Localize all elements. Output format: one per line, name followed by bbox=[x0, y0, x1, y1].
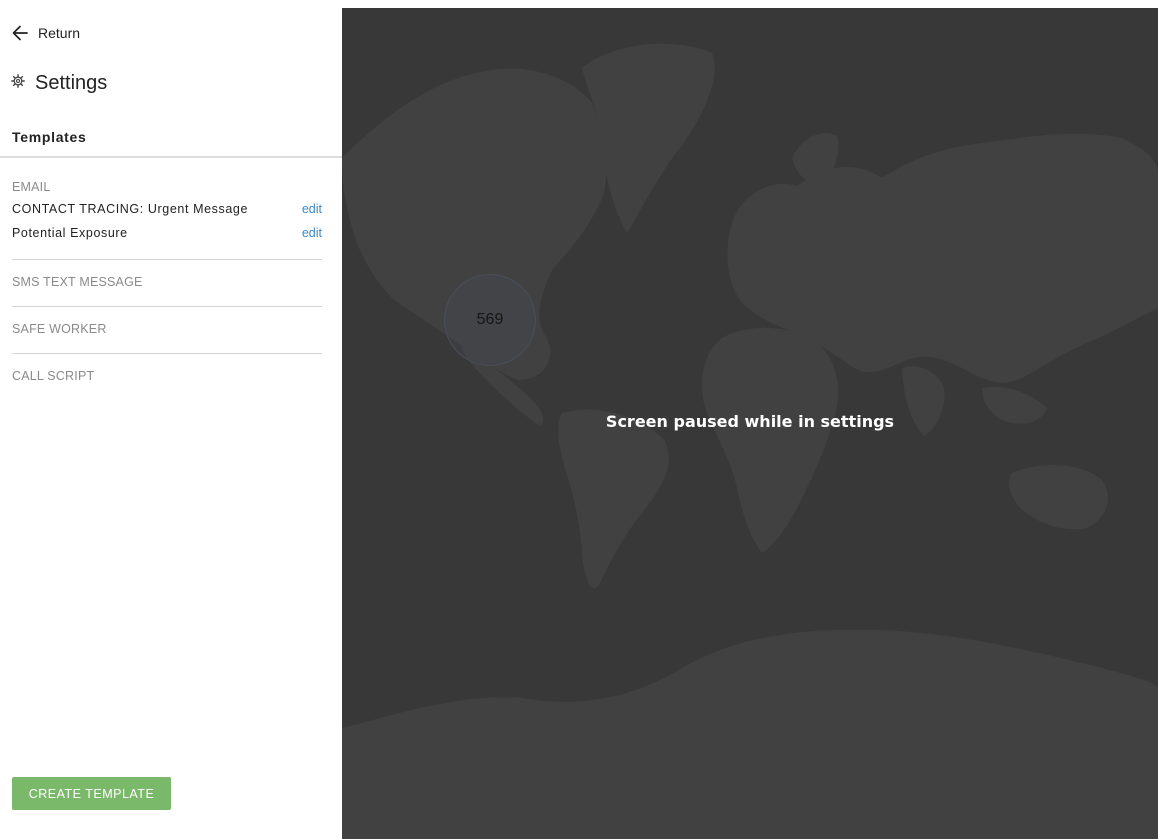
template-name[interactable]: CONTACT TRACING: Urgent Message bbox=[12, 202, 248, 216]
edit-template-link[interactable]: edit bbox=[302, 202, 322, 216]
email-group: EMAIL CONTACT TRACING: Urgent Message ed… bbox=[12, 180, 322, 245]
gear-icon bbox=[11, 74, 25, 93]
antarctica-shape bbox=[342, 629, 1158, 839]
greenland-shape bbox=[582, 43, 715, 233]
group-divider bbox=[12, 353, 322, 354]
africa-shape bbox=[702, 327, 839, 553]
edit-template-link[interactable]: edit bbox=[302, 226, 322, 240]
paused-message: Screen paused while in settings bbox=[605, 412, 895, 431]
map-panel: 569 Screen paused while in settings bbox=[342, 8, 1158, 839]
safe-worker-group: SAFE WORKER bbox=[12, 322, 322, 336]
cluster-count: 569 bbox=[476, 311, 504, 328]
call-script-group: CALL SCRIPT bbox=[12, 369, 322, 383]
south-america-shape bbox=[558, 409, 669, 589]
map-cluster-marker[interactable]: 569 bbox=[444, 274, 536, 366]
create-template-button[interactable]: CREATE TEMPLATE bbox=[12, 777, 171, 810]
safe-worker-group-label[interactable]: SAFE WORKER bbox=[12, 322, 322, 336]
settings-title: Settings bbox=[35, 72, 108, 94]
app: Return Settings Templates EMAIL CONTACT … bbox=[0, 0, 1158, 839]
settings-sidebar: Return Settings Templates EMAIL CONTACT … bbox=[0, 0, 342, 839]
email-group-label[interactable]: EMAIL bbox=[12, 180, 322, 194]
template-row: CONTACT TRACING: Urgent Message edit bbox=[12, 197, 322, 221]
return-label: Return bbox=[38, 25, 81, 41]
australia-shape bbox=[1009, 464, 1108, 530]
sms-group-label[interactable]: SMS TEXT MESSAGE bbox=[12, 275, 322, 289]
sms-group: SMS TEXT MESSAGE bbox=[12, 275, 322, 289]
call-script-group-label[interactable]: CALL SCRIPT bbox=[12, 369, 322, 383]
templates-heading: Templates bbox=[12, 129, 87, 145]
template-name[interactable]: Potential Exposure bbox=[12, 226, 128, 240]
group-divider bbox=[12, 306, 322, 307]
template-row: Potential Exposure edit bbox=[12, 221, 322, 245]
arrow-left-icon bbox=[11, 24, 29, 42]
templates-heading-divider bbox=[0, 156, 342, 158]
settings-header: Settings bbox=[11, 72, 107, 95]
return-button[interactable]: Return bbox=[11, 24, 80, 42]
group-divider bbox=[12, 259, 322, 260]
